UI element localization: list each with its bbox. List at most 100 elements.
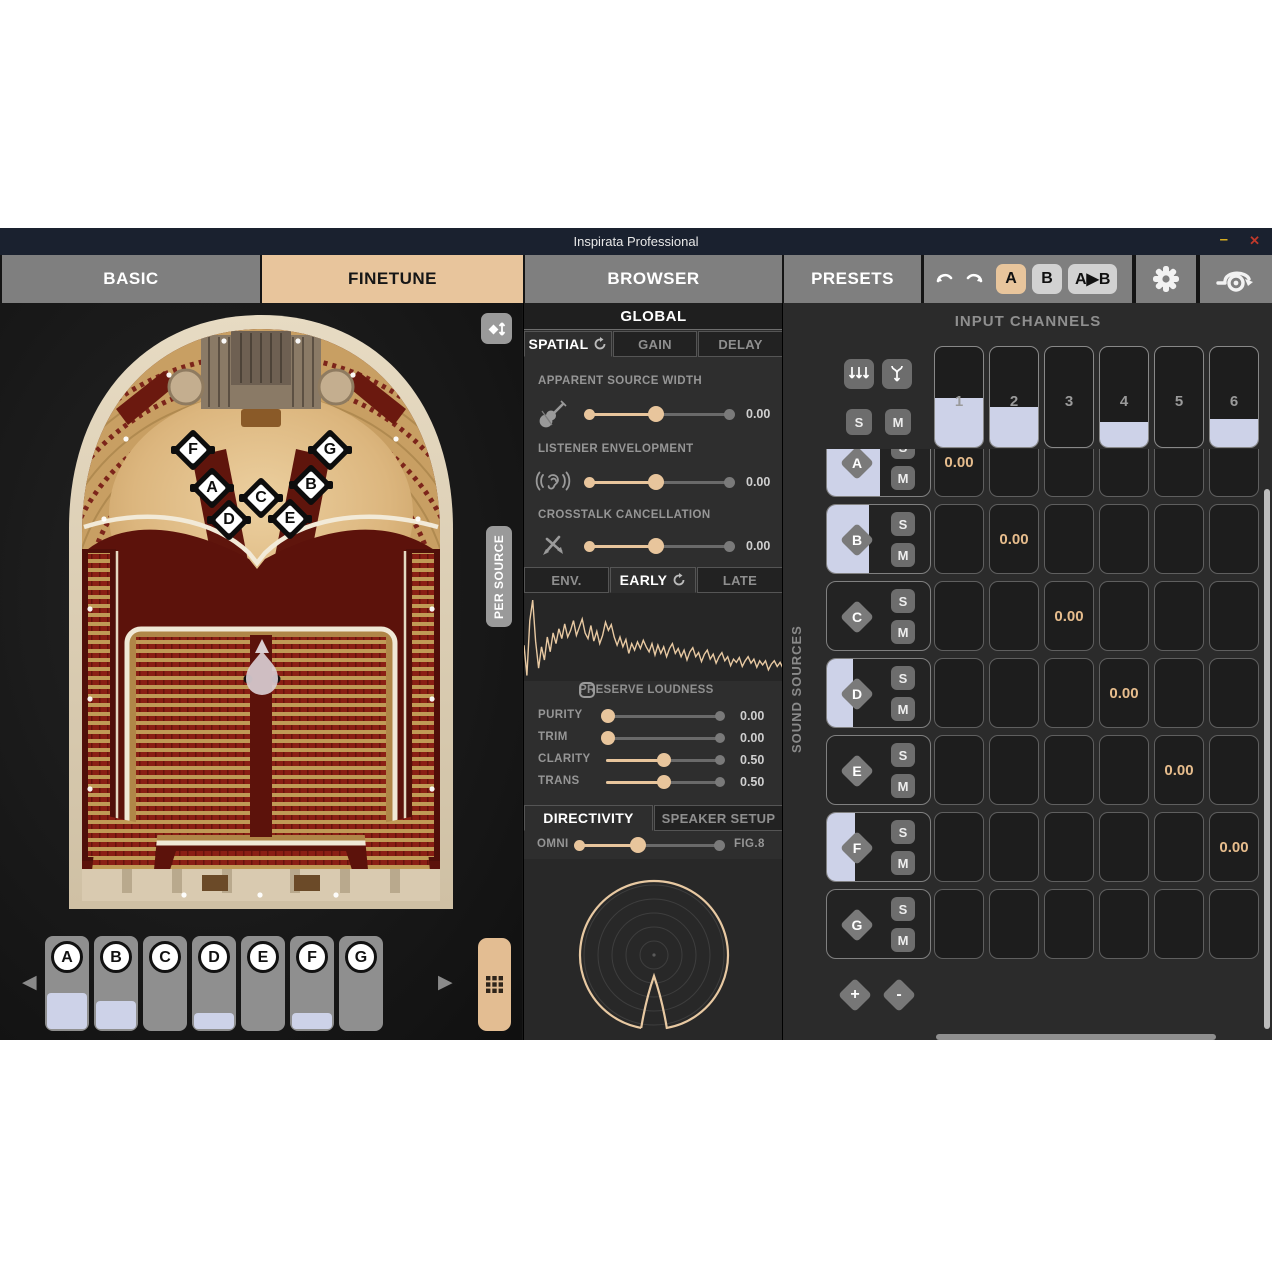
mute-button-c[interactable]: M (891, 620, 915, 644)
source-row-b[interactable]: BSM (826, 504, 931, 574)
reset-icon[interactable] (593, 337, 607, 351)
matrix-cell-e5[interactable]: 0.00 (1154, 735, 1204, 805)
slider-thumb[interactable] (601, 731, 615, 745)
matrix-cell-a3[interactable] (1044, 449, 1094, 497)
minimize-button[interactable]: – (1220, 231, 1228, 248)
per-source-expand-button[interactable] (481, 313, 512, 344)
source-strip-g[interactable]: G (339, 936, 383, 1031)
slider-thumb[interactable] (630, 837, 646, 853)
solo-button-d[interactable]: S (891, 666, 915, 690)
matrix-cell-d6[interactable] (1209, 658, 1259, 728)
per-source-tab[interactable]: PER SOURCE (486, 526, 512, 627)
source-row-g[interactable]: GSM (826, 889, 931, 959)
close-button[interactable]: ✕ (1249, 233, 1260, 249)
matrix-cell-c3[interactable]: 0.00 (1044, 581, 1094, 651)
matrix-cell-c5[interactable] (1154, 581, 1204, 651)
matrix-cell-f6[interactable]: 0.00 (1209, 812, 1259, 882)
tab-basic[interactable]: BASIC (2, 255, 260, 303)
source-diamond-a[interactable]: A (840, 449, 874, 480)
source-diamond-f[interactable]: F (840, 831, 874, 865)
input-meter-3[interactable]: 3 (1044, 346, 1094, 448)
matrix-cell-d3[interactable] (1044, 658, 1094, 728)
trans-slider[interactable]: TRANS0.50 (524, 771, 783, 793)
tab-delay[interactable]: DELAY (698, 331, 783, 357)
matrix-cell-b6[interactable] (1209, 504, 1259, 574)
matrix-cell-d4[interactable]: 0.00 (1099, 658, 1149, 728)
purity-slider[interactable]: PURITY0.00 (524, 705, 783, 727)
matrix-cell-f2[interactable] (989, 812, 1039, 882)
matrix-cell-d5[interactable] (1154, 658, 1204, 728)
remove-source-button[interactable]: - (882, 978, 916, 1012)
source-marker-e[interactable]: E (268, 497, 312, 541)
tab-early[interactable]: EARLY (610, 567, 696, 593)
matrix-cell-a2[interactable] (989, 449, 1039, 497)
matrix-cell-c1[interactable] (934, 581, 984, 651)
matrix-cell-d2[interactable] (989, 658, 1039, 728)
source-strip-c[interactable]: C (143, 936, 187, 1031)
slider-thumb[interactable] (648, 474, 664, 490)
input-meter-2[interactable]: 2 (989, 346, 1039, 448)
mute-button-d[interactable]: M (891, 697, 915, 721)
crosstalk-cancellation-slider[interactable]: 0.00 (524, 535, 783, 557)
ab-button-a▶b[interactable]: A▶B (1068, 264, 1117, 294)
tab-gain[interactable]: GAIN (613, 331, 697, 357)
solo-button-c[interactable]: S (891, 589, 915, 613)
solo-button-b[interactable]: S (891, 512, 915, 536)
add-source-button[interactable]: + (838, 978, 872, 1012)
mute-button-b[interactable]: M (891, 543, 915, 567)
source-diamond-c[interactable]: C (840, 600, 874, 634)
source-row-e[interactable]: ESM (826, 735, 931, 805)
merge-routing-button[interactable] (882, 359, 912, 389)
matrix-cell-g2[interactable] (989, 889, 1039, 959)
mute-button-e[interactable]: M (891, 774, 915, 798)
matrix-cell-a4[interactable] (1099, 449, 1149, 497)
matrix-cell-g6[interactable] (1209, 889, 1259, 959)
mute-button-g[interactable]: M (891, 928, 915, 952)
matrix-cell-f1[interactable] (934, 812, 984, 882)
source-marker-d[interactable]: D (207, 498, 251, 542)
source-strip-a[interactable]: A (45, 936, 89, 1031)
input-meter-5[interactable]: 5 (1154, 346, 1204, 448)
matrix-cell-e2[interactable] (989, 735, 1039, 805)
matrix-cell-a6[interactable] (1209, 449, 1259, 497)
slider-thumb[interactable] (657, 753, 671, 767)
solo-button-g[interactable]: S (891, 897, 915, 921)
hall-view[interactable]: FGABCDE (64, 309, 458, 913)
matrix-cell-g4[interactable] (1099, 889, 1149, 959)
source-row-d[interactable]: DSM (826, 658, 931, 728)
source-strip-d[interactable]: D (192, 936, 236, 1031)
slider-thumb[interactable] (648, 406, 664, 422)
input-meter-1[interactable]: 1 (934, 346, 984, 448)
solo-all-button[interactable]: S (846, 409, 872, 435)
matrix-cell-d1[interactable] (934, 658, 984, 728)
mute-button-f[interactable]: M (891, 851, 915, 875)
strip-scroll-right[interactable]: ▶ (438, 971, 453, 994)
strip-scroll-left[interactable]: ◀ (22, 971, 37, 994)
matrix-cell-a5[interactable] (1154, 449, 1204, 497)
matrix-cell-e6[interactable] (1209, 735, 1259, 805)
source-row-f[interactable]: FSM (826, 812, 931, 882)
matrix-cell-f5[interactable] (1154, 812, 1204, 882)
tab-spatial[interactable]: SPATIAL (524, 331, 612, 357)
apparent-source-width-slider[interactable]: 0.00 (524, 403, 783, 425)
matrix-cell-e1[interactable] (934, 735, 984, 805)
matrix-cell-e3[interactable] (1044, 735, 1094, 805)
input-meter-4[interactable]: 4 (1099, 346, 1149, 448)
tab-browser[interactable]: BROWSER (525, 255, 782, 303)
redo-icon[interactable] (963, 269, 985, 289)
matrix-cell-f3[interactable] (1044, 812, 1094, 882)
bypass-button[interactable] (1200, 255, 1272, 303)
matrix-view-button[interactable] (478, 938, 511, 1031)
matrix-vertical-scrollbar[interactable] (1264, 489, 1270, 1029)
solo-button-f[interactable]: S (891, 820, 915, 844)
matrix-cell-a1[interactable]: 0.00 (934, 449, 984, 497)
matrix-cell-b2[interactable]: 0.00 (989, 504, 1039, 574)
settings-button[interactable] (1136, 255, 1196, 303)
matrix-cell-g5[interactable] (1154, 889, 1204, 959)
tab-finetune[interactable]: FINETUNE (262, 255, 523, 303)
trim-slider[interactable]: TRIM0.00 (524, 727, 783, 749)
solo-button-e[interactable]: S (891, 743, 915, 767)
matrix-cell-b3[interactable] (1044, 504, 1094, 574)
matrix-cell-c2[interactable] (989, 581, 1039, 651)
matrix-cell-g1[interactable] (934, 889, 984, 959)
